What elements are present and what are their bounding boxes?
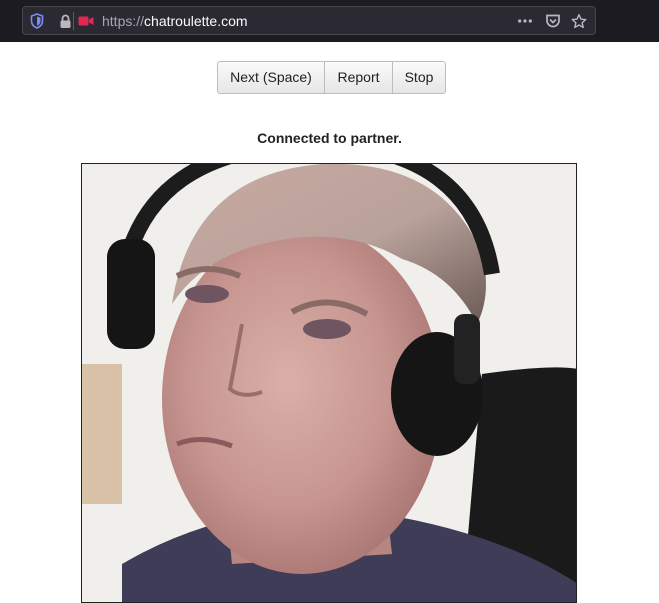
- url-host: chatroulette.com: [144, 13, 248, 29]
- more-icon[interactable]: [517, 13, 533, 29]
- partner-video: [81, 163, 577, 603]
- pocket-icon[interactable]: [545, 13, 561, 29]
- lock-icon[interactable]: [57, 13, 73, 29]
- report-button[interactable]: Report: [324, 62, 392, 93]
- stop-button[interactable]: Stop: [392, 62, 445, 93]
- bookmark-star-icon[interactable]: [571, 13, 587, 29]
- camera-icon[interactable]: [78, 13, 94, 29]
- partner-video-image: [82, 164, 576, 602]
- controls-button-group: Next (Space) Report Stop: [217, 61, 446, 94]
- address-bar[interactable]: https://chatroulette.com: [22, 6, 596, 35]
- url-scheme: https://: [102, 13, 145, 29]
- url-text[interactable]: https://chatroulette.com: [102, 13, 248, 29]
- connection-status: Connected to partner.: [257, 130, 402, 146]
- address-bar-separator: [73, 12, 74, 30]
- next-button[interactable]: Next (Space): [218, 62, 324, 93]
- shield-icon[interactable]: [29, 13, 45, 29]
- browser-toolbar: https://chatroulette.com: [0, 0, 659, 42]
